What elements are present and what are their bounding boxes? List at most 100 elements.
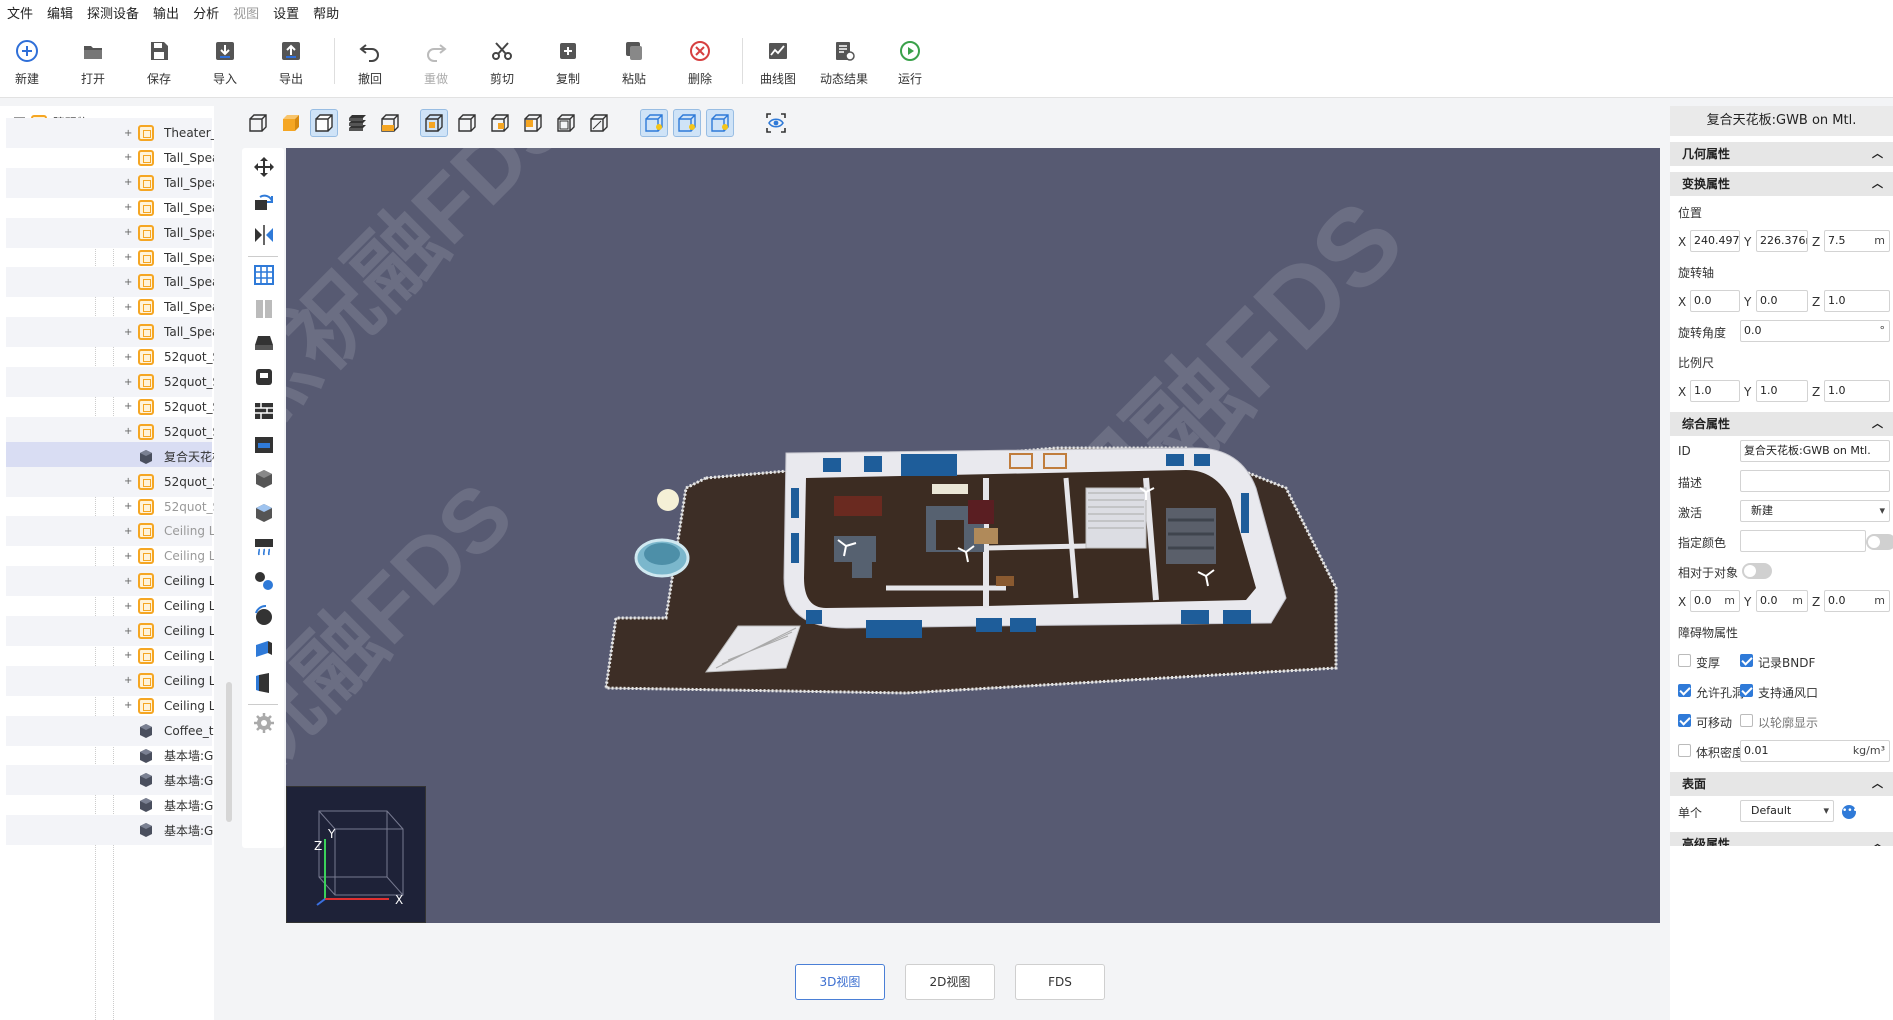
expand-icon[interactable]: + — [124, 252, 132, 263]
color-toggle[interactable] — [1866, 534, 1893, 550]
bulk-density-checkbox[interactable] — [1678, 744, 1691, 757]
menu-item[interactable]: 设置 — [266, 3, 306, 22]
id-field[interactable]: 复合天花板:GWB on Mtl. — [1740, 440, 1890, 462]
expand-icon[interactable]: + — [124, 227, 132, 238]
curve-button[interactable]: 曲线图 — [751, 38, 805, 87]
menu-item[interactable]: 视图 — [226, 3, 266, 22]
position-y-field[interactable]: 226.376m — [1756, 230, 1808, 252]
obstacle-tool[interactable] — [249, 464, 279, 494]
door-tool[interactable] — [249, 668, 279, 698]
view-tab[interactable]: 2D视图 — [905, 964, 995, 1000]
import-button[interactable]: 导入 — [198, 38, 252, 87]
activate-select[interactable]: 新建 ▾ — [1740, 500, 1890, 522]
view-front-button[interactable] — [420, 109, 448, 137]
menu-item[interactable]: 编辑 — [40, 3, 80, 22]
position-z-field[interactable]: 7.5 m — [1824, 230, 1890, 252]
expand-icon[interactable]: + — [124, 626, 132, 637]
hole-tool[interactable] — [249, 362, 279, 392]
partition-tool[interactable] — [249, 294, 279, 324]
surface-select[interactable]: Default ▾ — [1740, 800, 1834, 822]
transform-section-header[interactable]: 变换属性 ︿ — [1670, 172, 1893, 196]
rotate-tool[interactable] — [249, 186, 279, 216]
light-view-3-button[interactable] — [706, 109, 734, 137]
menu-item[interactable]: 输出 — [146, 3, 186, 22]
view-top-button[interactable] — [486, 109, 514, 137]
cut-button[interactable]: 剪切 — [475, 38, 529, 87]
expand-icon[interactable]: + — [124, 152, 132, 163]
mirror-tool[interactable] — [249, 220, 279, 250]
expand-icon[interactable]: + — [124, 426, 132, 437]
offset-x-field[interactable]: 0.0 m — [1690, 590, 1740, 612]
expand-icon[interactable]: + — [124, 302, 132, 313]
view-right-button[interactable] — [585, 109, 613, 137]
view-tab[interactable]: FDS — [1015, 964, 1105, 1000]
allow-hole-checkbox[interactable] — [1678, 684, 1691, 697]
axis-gizmo[interactable]: Y Z X — [286, 786, 426, 923]
expand-icon[interactable]: + — [124, 650, 132, 661]
desc-field[interactable] — [1740, 470, 1890, 492]
thicken-checkbox[interactable] — [1678, 654, 1691, 667]
run-button[interactable]: 运行 — [883, 38, 937, 87]
expand-icon[interactable]: + — [124, 377, 132, 388]
position-x-field[interactable]: 240.497m — [1690, 230, 1740, 252]
expand-icon[interactable]: + — [124, 352, 132, 363]
menu-item[interactable]: 文件 — [0, 3, 40, 22]
slab-tool[interactable] — [249, 328, 279, 358]
sprinkler-tool[interactable] — [249, 600, 279, 630]
wall-tool[interactable] — [249, 396, 279, 426]
menu-item[interactable]: 分析 — [186, 3, 226, 22]
bulk-density-field[interactable]: 0.01 kg/m³ — [1740, 740, 1890, 762]
delete-button[interactable]: 删除 — [673, 38, 727, 87]
scale-z-field[interactable]: 1.0 — [1824, 380, 1890, 402]
light-view-1-button[interactable] — [640, 109, 668, 137]
expand-icon[interactable]: + — [124, 601, 132, 612]
expand-icon[interactable]: + — [124, 576, 132, 587]
heat-tool[interactable] — [249, 532, 279, 562]
advanced-section-header[interactable]: 高级属性 ︿ — [1670, 832, 1893, 846]
expand-icon[interactable]: + — [124, 551, 132, 562]
rot-angle-field[interactable]: 0.0 ° — [1740, 320, 1890, 342]
3d-viewport[interactable]: 灬祝融FDS 灬祝融FDS 灬祝融FDS — [286, 148, 1660, 923]
building-model[interactable] — [286, 148, 1660, 923]
clip-view-button[interactable] — [376, 109, 404, 137]
expand-icon[interactable]: + — [124, 700, 132, 711]
dynamic-result-button[interactable]: 动态结果 — [817, 38, 871, 87]
particle-tool[interactable] — [249, 566, 279, 596]
block-tool[interactable] — [249, 498, 279, 528]
rot-axis-z-field[interactable]: 1.0 — [1824, 290, 1890, 312]
vent-tool[interactable] — [249, 430, 279, 460]
expand-icon[interactable]: + — [124, 526, 132, 537]
wireframe-view-button[interactable] — [244, 109, 272, 137]
expand-icon[interactable]: + — [124, 128, 132, 139]
rot-axis-y-field[interactable]: 0.0 — [1756, 290, 1808, 312]
rot-axis-x-field[interactable]: 0.0 — [1690, 290, 1740, 312]
movable-checkbox[interactable] — [1678, 714, 1691, 727]
view-back-button[interactable] — [453, 109, 481, 137]
surface-tool[interactable] — [249, 634, 279, 664]
offset-z-field[interactable]: 0.0 m — [1824, 590, 1890, 612]
scale-y-field[interactable]: 1.0 — [1756, 380, 1808, 402]
undo-button[interactable]: 撤回 — [343, 38, 397, 87]
focus-view-button[interactable] — [762, 109, 790, 137]
view-tab[interactable]: 3D视图 — [795, 964, 885, 1000]
surface-section-header[interactable]: 表面 ︿ — [1670, 772, 1893, 796]
expand-icon[interactable]: + — [124, 277, 132, 288]
export-button[interactable]: 导出 — [264, 38, 318, 87]
layers-view-button[interactable] — [343, 109, 371, 137]
geometry-section-header[interactable]: 几何属性 ︿ — [1670, 142, 1893, 166]
expand-icon[interactable]: + — [124, 327, 132, 338]
paste-button[interactable]: 粘贴 — [607, 38, 661, 87]
more-options-icon[interactable]: ••• — [1842, 805, 1858, 819]
expand-icon[interactable]: + — [124, 501, 132, 512]
vent-checkbox[interactable] — [1740, 684, 1753, 697]
copy-button[interactable]: 复制 — [541, 38, 595, 87]
view-bottom-button[interactable] — [519, 109, 547, 137]
view-left-button[interactable] — [552, 109, 580, 137]
scale-x-field[interactable]: 1.0 — [1690, 380, 1740, 402]
outline-checkbox[interactable] — [1740, 714, 1753, 727]
expand-icon[interactable]: + — [124, 177, 132, 188]
open-button[interactable]: 打开 — [66, 38, 120, 87]
outline-view-button[interactable] — [310, 109, 338, 137]
redo-button[interactable]: 重做 — [409, 38, 463, 87]
move-tool[interactable] — [249, 152, 279, 182]
